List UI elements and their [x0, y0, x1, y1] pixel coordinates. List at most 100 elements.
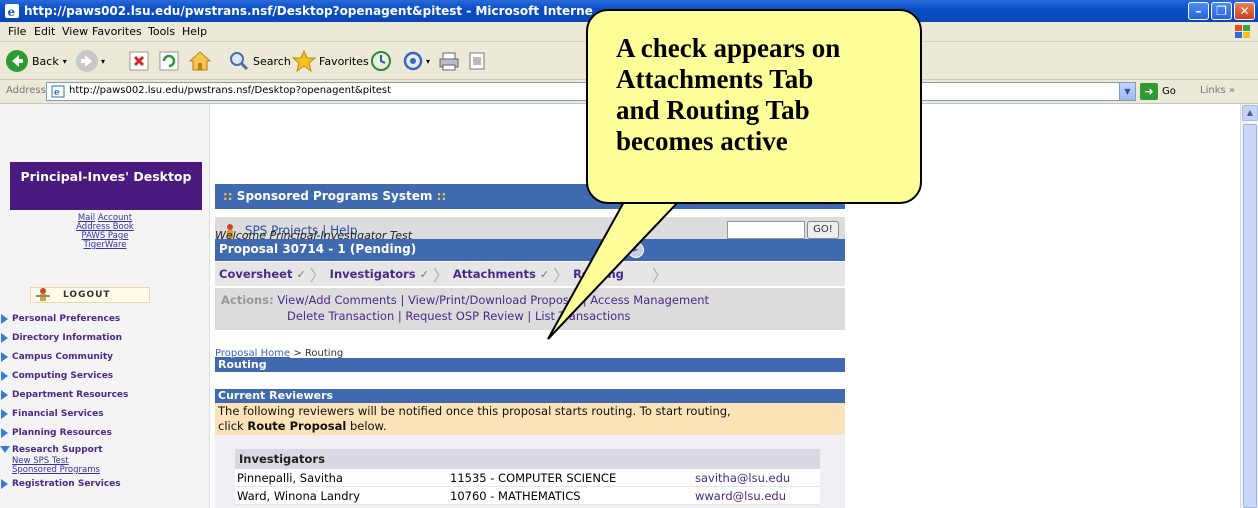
reviewers-note-line1: The following reviewers will be notified… [218, 404, 731, 418]
callout-pointer [547, 200, 682, 340]
investigators-table: Investigators Pinnepalli, Savitha 11535 … [235, 449, 820, 505]
menu-favorites[interactable]: Favorites [92, 25, 142, 38]
links-toolbar[interactable]: Links » [1200, 85, 1235, 96]
search-icon [230, 52, 249, 71]
expand-arrow-icon [1, 479, 8, 489]
menu-help[interactable]: Help [182, 25, 207, 38]
favorites-star-icon [292, 50, 316, 72]
back-dropdown-icon: ▾ [62, 56, 67, 66]
expand-arrow-icon [1, 314, 8, 324]
callout-line: Attachments Tab [616, 64, 814, 94]
sidebar-item-campus-community[interactable]: Campus Community [0, 348, 205, 367]
back-button[interactable]: Back ▾ [6, 48, 67, 74]
edit-button[interactable] [468, 48, 486, 74]
page-icon: e [51, 85, 65, 98]
vertical-scrollbar[interactable]: ▲ [1240, 104, 1258, 508]
logout-label: LOGOUT [63, 290, 111, 300]
investigators-panel: Investigators Pinnepalli, Savitha 11535 … [215, 435, 845, 508]
minimize-button[interactable]: – [1188, 2, 1209, 20]
address-dropdown-icon[interactable]: ▼ [1119, 83, 1135, 100]
stop-button[interactable] [128, 48, 150, 74]
internet-explorer-icon: e [5, 4, 19, 19]
favorites-button[interactable]: Favorites [292, 48, 369, 74]
tigerware-link[interactable]: TigerWare [83, 240, 126, 250]
desktop-title: Principal-Inves' Desktop [10, 162, 202, 210]
callout-line: and Routing Tab [616, 95, 810, 125]
action-separator: | [400, 293, 405, 307]
collapse-arrow-icon [0, 446, 10, 453]
view-add-comments-link[interactable]: View/Add Comments [277, 293, 396, 307]
history-button[interactable] [370, 48, 392, 74]
mail-icon [403, 51, 423, 71]
sidebar-item-department-resources[interactable]: Department Resources [0, 386, 205, 405]
forward-arrow-icon [76, 50, 98, 72]
maximize-button[interactable]: ❐ [1211, 2, 1232, 20]
sidebar-item-registration-services[interactable]: Registration Services [0, 475, 205, 494]
favorites-label: Favorites [319, 54, 369, 68]
investigators-header: Investigators [235, 449, 820, 469]
close-button[interactable]: ✕ [1234, 2, 1255, 20]
sidebar-item-label: Personal Preferences [12, 314, 121, 324]
system-title: Sponsored Programs System [236, 189, 433, 203]
expand-arrow-icon [1, 390, 8, 400]
menu-file[interactable]: File [8, 25, 26, 38]
sidebar-item-label: Financial Services [12, 409, 104, 419]
forward-button[interactable]: ▾ [76, 48, 105, 74]
project-go-button[interactable]: GO! [807, 221, 839, 239]
logout-button[interactable]: LOGOUT [30, 287, 150, 303]
menu-edit[interactable]: Edit [34, 25, 55, 38]
expand-arrow-icon [1, 333, 8, 343]
sidebar-item-financial-services[interactable]: Financial Services [0, 405, 205, 424]
sidebar-subitem-sponsored-programs[interactable]: Sponsored Programs [0, 466, 205, 475]
quick-links: Mail Account Address Book PAWS Page Tige… [60, 214, 150, 250]
go-button[interactable]: ➜ Go [1140, 83, 1176, 100]
scroll-up-icon[interactable]: ▲ [1242, 105, 1258, 121]
action-separator: | [397, 309, 402, 323]
refresh-icon [159, 51, 179, 71]
back-arrow-icon [6, 50, 28, 72]
callout-line: becomes active [616, 126, 788, 156]
investigator-name: Pinnepalli, Savitha [237, 471, 343, 485]
routing-section-header: Routing [215, 358, 845, 372]
sidebar-item-label: Registration Services [12, 479, 121, 489]
refresh-button[interactable] [158, 48, 180, 74]
address-label: Address [6, 85, 46, 96]
actions-label: Actions: [221, 293, 274, 307]
mail-button[interactable]: ▾ [402, 48, 430, 74]
history-icon [371, 51, 391, 71]
go-label: Go [1162, 86, 1176, 97]
edit-icon [469, 52, 485, 70]
project-search-input[interactable] [727, 221, 805, 239]
home-button[interactable] [188, 48, 212, 74]
svg-text:e: e [8, 5, 16, 19]
print-button[interactable] [438, 48, 460, 74]
request-osp-review-link[interactable]: Request OSP Review [405, 309, 523, 323]
menu-view[interactable]: View [62, 25, 88, 38]
route-proposal-emphasis: Route Proposal [247, 419, 347, 433]
expand-arrow-icon [1, 371, 8, 381]
logout-icon [36, 288, 50, 301]
search-button[interactable]: Search [228, 48, 291, 74]
sidebar-item-directory-information[interactable]: Directory Information [0, 329, 205, 348]
delete-transaction-link[interactable]: Delete Transaction [287, 309, 394, 323]
expand-arrow-icon [1, 409, 8, 419]
sidebar-item-research-support[interactable]: Research Support [0, 443, 205, 457]
sidebar-item-personal-preferences[interactable]: Personal Preferences [0, 310, 205, 329]
windows-logo-icon [1235, 25, 1250, 38]
sidebar-item-planning-resources[interactable]: Planning Resources [0, 424, 205, 443]
investigator-email-link[interactable]: savitha@lsu.edu [695, 471, 790, 485]
tab-separator-icon: 〉 [309, 266, 326, 285]
tab-investigators[interactable]: Investigators ✓ [330, 267, 429, 281]
scroll-thumb[interactable] [1243, 124, 1257, 508]
table-row: Pinnepalli, Savitha 11535 - COMPUTER SCI… [235, 469, 820, 487]
forward-dropdown-icon: ▾ [101, 56, 106, 66]
check-icon: ✓ [296, 267, 306, 281]
home-icon [188, 51, 212, 71]
sidebar-item-label: Computing Services [12, 371, 114, 381]
go-arrow-icon: ➜ [1140, 83, 1158, 100]
tab-coversheet[interactable]: Coversheet ✓ [219, 267, 306, 281]
tab-separator-icon: 〉 [432, 266, 449, 285]
menu-tools[interactable]: Tools [148, 25, 175, 38]
sidebar-item-computing-services[interactable]: Computing Services [0, 367, 205, 386]
investigator-email-link[interactable]: wward@lsu.edu [695, 489, 786, 503]
